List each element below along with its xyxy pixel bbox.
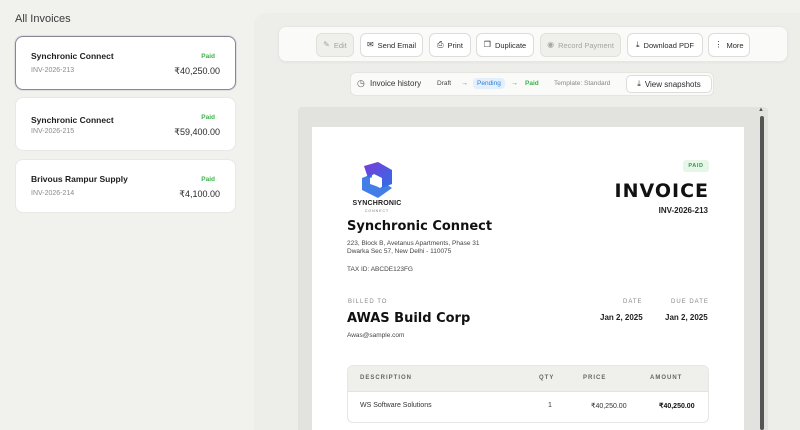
column-header-qty: QTY (539, 375, 555, 381)
duplicate-button[interactable]: ❐ Duplicate (476, 33, 534, 57)
print-button[interactable]: ⎙ Print (429, 33, 471, 57)
history-arrow: → (511, 80, 518, 87)
invoice-date: Jan 2, 2025 (600, 313, 643, 322)
line-item-price: ₹40,250.00 (591, 403, 627, 410)
invoice-list-item[interactable]: Synchronic Connect INV-2026-215 Paid ₹59… (15, 97, 236, 151)
history-step-pending: Pending (473, 78, 505, 89)
view-snapshots-button[interactable]: ⤓ View snapshots (626, 75, 712, 93)
billed-to-label: BILLED TO (348, 299, 388, 305)
line-items-table: DESCRIPTION QTY PRICE AMOUNT WS Software… (347, 365, 709, 423)
pencil-icon: ✎ (323, 40, 330, 49)
send-email-button[interactable]: ✉ Send Email (360, 33, 423, 57)
edit-button-label: Edit (333, 40, 347, 50)
invoice-history-bar: ◷ Invoice history Draft → Pending → Paid… (350, 72, 714, 96)
history-arrow: → (461, 80, 468, 87)
billed-to-name: AWAS Build Corp (347, 311, 471, 326)
column-header-description: DESCRIPTION (360, 375, 413, 381)
mail-icon: ✉ (366, 40, 374, 49)
status-badge: Paid (201, 114, 215, 121)
view-snapshots-label: View snapshots (644, 79, 701, 89)
more-label: More (726, 40, 744, 50)
invoice-sidebar: All Invoices Synchronic Connect INV-2026… (0, 0, 248, 430)
invoice-number-heading: INV-2026-213 (658, 206, 708, 215)
scroll-up-icon[interactable]: ▲ (758, 107, 764, 113)
billed-to-email: Awas@sample.com (347, 332, 405, 339)
invoice-number: INV-2026-213 (31, 67, 75, 74)
due-date-label: DUE DATE (671, 299, 709, 305)
invoice-number: INV-2026-214 (31, 190, 75, 197)
invoice-number: INV-2026-215 (31, 128, 75, 135)
payment-icon: ◉ (547, 40, 555, 49)
preview-scrollbar[interactable] (760, 116, 764, 430)
edit-button[interactable]: ✎ Edit (316, 33, 354, 57)
column-header-amount: AMOUNT (650, 375, 683, 381)
download-icon: ⤓ (637, 79, 641, 88)
invoice-toolbar: ✎ Edit ✉ Send Email ⎙ Print ❐ Duplicate … (278, 26, 788, 62)
line-item-qty: 1 (548, 402, 552, 409)
line-item-description: WS Software Solutions (360, 402, 432, 409)
due-date: Jan 2, 2025 (665, 313, 708, 322)
invoice-client-name: Brivous Rampur Supply (31, 174, 128, 184)
invoice-client-name: Synchronic Connect (31, 51, 114, 61)
column-header-price: PRICE (583, 375, 607, 381)
company-name: Synchronic Connect (347, 219, 493, 234)
record-payment-button[interactable]: ◉ Record Payment (540, 33, 621, 57)
history-label: Invoice history (370, 79, 422, 88)
print-label: Print (447, 40, 463, 50)
logo-wordmark: SYNCHRONIC (352, 200, 402, 207)
template-label: Template: Standard (554, 80, 611, 87)
line-item-amount: ₹40,250.00 (659, 403, 695, 410)
company-tax-id: TAX ID: ABCDE123FG (347, 266, 413, 273)
more-vertical-icon: ⋮ (714, 40, 723, 49)
invoice-list-item[interactable]: Synchronic Connect INV-2026-213 Paid ₹40… (15, 36, 236, 90)
more-button[interactable]: ⋮ More (708, 33, 750, 57)
date-label: DATE (623, 299, 643, 305)
history-step-draft: Draft (437, 80, 452, 87)
invoice-amount: ₹59,400.00 (174, 127, 220, 137)
record-payment-label: Record Payment (558, 40, 614, 50)
company-address-line2: Dwarka Sec 57, New Delhi - 110075 (347, 248, 452, 255)
download-pdf-label: Download PDF (643, 40, 694, 50)
duplicate-label: Duplicate (494, 40, 527, 50)
invoice-list-item[interactable]: Brivous Rampur Supply INV-2026-214 Paid … (15, 159, 236, 213)
status-badge: Paid (201, 53, 215, 60)
copy-icon: ❐ (483, 40, 491, 49)
download-pdf-button[interactable]: ⤓ Download PDF (627, 33, 703, 57)
status-badge: Paid (201, 176, 215, 183)
history-clock-icon: ◷ (357, 78, 365, 88)
download-icon: ⤓ (636, 40, 640, 49)
paid-status-badge: PAID (683, 160, 709, 172)
invoice-amount: ₹40,250.00 (174, 66, 220, 76)
invoice-title: INVOICE (614, 180, 709, 202)
logo-subtext: CONNECT (364, 209, 390, 213)
send-email-label: Send Email (377, 40, 417, 50)
invoice-client-name: Synchronic Connect (31, 115, 114, 125)
history-step-paid: Paid (525, 80, 539, 87)
company-address-line1: 223, Block B, Avetanus Apartments, Phase… (347, 240, 480, 247)
printer-icon: ⎙ (437, 40, 444, 49)
invoice-amount: ₹4,100.00 (179, 189, 220, 199)
sidebar-title: All Invoices (15, 13, 71, 25)
